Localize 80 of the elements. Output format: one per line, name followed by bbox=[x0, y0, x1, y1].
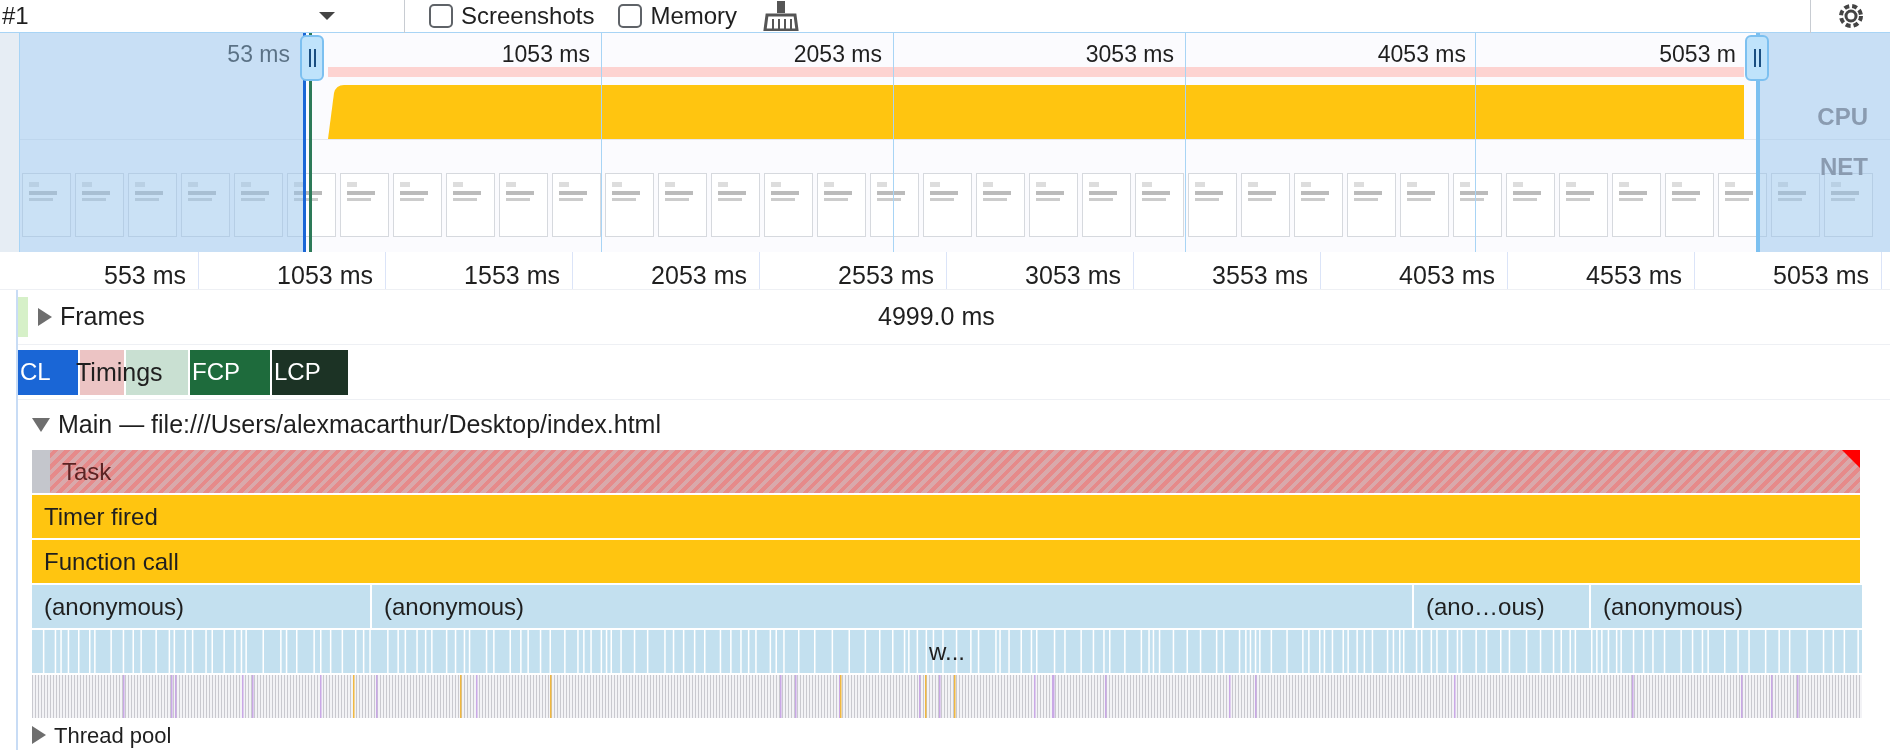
screenshot-thumbnail bbox=[128, 173, 177, 237]
long-task-marker-icon bbox=[1842, 450, 1860, 468]
screenshot-thumbnail bbox=[1082, 173, 1131, 237]
expand-arrow-icon[interactable] bbox=[32, 726, 46, 744]
screenshot-thumbnail bbox=[22, 173, 71, 237]
screenshot-thumbnail bbox=[1718, 173, 1767, 237]
track-label: Frames bbox=[60, 301, 145, 333]
screenshot-thumbnail bbox=[499, 173, 548, 237]
screenshot-thumbnail bbox=[1188, 173, 1237, 237]
screenshot-thumbnail bbox=[1135, 173, 1184, 237]
task-bar[interactable]: Task bbox=[32, 450, 1862, 493]
screenshot-thumbnail bbox=[552, 173, 601, 237]
time-tick: 5053 m bbox=[1659, 41, 1736, 67]
screenshot-thumbnail bbox=[1771, 173, 1820, 237]
time-tick: 53 ms bbox=[227, 41, 290, 67]
time-tick: 3553 ms bbox=[1212, 261, 1308, 289]
screenshot-thumbnail bbox=[1029, 173, 1078, 237]
caret-icon bbox=[318, 10, 336, 22]
checkbox[interactable] bbox=[618, 4, 643, 28]
screenshot-thumbnail bbox=[817, 173, 866, 237]
time-tick: 1553 ms bbox=[464, 261, 560, 289]
track-label: Thread pool bbox=[54, 721, 172, 750]
range-handle[interactable] bbox=[300, 35, 324, 81]
time-tick: 1053 ms bbox=[501, 41, 590, 67]
time-tick: 4053 ms bbox=[1377, 41, 1466, 67]
range-handle[interactable] bbox=[1745, 35, 1769, 81]
screenshot-thumbnail bbox=[658, 173, 707, 237]
time-tick: 2053 ms bbox=[651, 261, 747, 289]
screenshot-thumbnail bbox=[976, 173, 1025, 237]
time-tick: 2553 ms bbox=[838, 261, 934, 289]
recording-select[interactable]: #1 bbox=[0, 0, 405, 33]
screenshot-thumbnail bbox=[1453, 173, 1502, 237]
time-tick: 553 ms bbox=[104, 261, 186, 289]
broom-icon bbox=[763, 1, 800, 31]
timing-marker: LCP bbox=[272, 349, 348, 395]
screenshot-thumbnail bbox=[1294, 173, 1343, 237]
checkbox-label[interactable]: Screenshots bbox=[461, 4, 595, 28]
screenshot-thumbnail bbox=[181, 173, 230, 237]
screenshot-thumbnail bbox=[75, 173, 124, 237]
time-tick: 5053 ms bbox=[1773, 261, 1869, 289]
event-bar[interactable]: (anonymous) bbox=[372, 585, 1414, 628]
time-tick: 3053 ms bbox=[1085, 41, 1174, 67]
screenshot-thumbnail bbox=[1665, 173, 1714, 237]
frame-bar bbox=[18, 297, 28, 337]
time-tick: 2053 ms bbox=[793, 41, 882, 67]
event-bar[interactable]: Timer fired bbox=[32, 495, 1862, 538]
track-label: CPU bbox=[1817, 102, 1868, 132]
screenshot-thumbnail bbox=[340, 173, 389, 237]
track-label: Main — file:///Users/alexmacarthur/Desktop/index.html bbox=[58, 409, 661, 441]
screenshot-thumbnail bbox=[764, 173, 813, 237]
timing-marker: FCP bbox=[190, 349, 270, 395]
frame-duration: 4999.0 ms bbox=[878, 301, 995, 333]
screenshot-thumbnail bbox=[605, 173, 654, 237]
event-bar[interactable]: Function call bbox=[32, 540, 1862, 583]
screenshot-thumbnail bbox=[1400, 173, 1449, 237]
event-label: w... bbox=[929, 636, 965, 667]
track-label: NET bbox=[1820, 152, 1868, 182]
time-tick: 4553 ms bbox=[1586, 261, 1682, 289]
screenshot-thumbnail bbox=[1506, 173, 1555, 237]
screenshot-thumbnail bbox=[1347, 173, 1396, 237]
collapse-arrow-icon[interactable] bbox=[32, 418, 50, 432]
time-tick: 4053 ms bbox=[1399, 261, 1495, 289]
event-bar[interactable]: (ano…ous) bbox=[1414, 585, 1591, 628]
screenshot-thumbnail bbox=[870, 173, 919, 237]
time-tick: 3053 ms bbox=[1025, 261, 1121, 289]
screenshot-thumbnail bbox=[393, 173, 442, 237]
screenshot-thumbnail bbox=[446, 173, 495, 237]
screenshot-thumbnail bbox=[234, 173, 283, 237]
event-bar[interactable]: (anonymous) bbox=[1591, 585, 1862, 628]
screenshot-thumbnail bbox=[1241, 173, 1290, 237]
expand-arrow-icon[interactable] bbox=[38, 308, 52, 326]
screenshot-thumbnail bbox=[1559, 173, 1608, 237]
screenshot-thumbnail bbox=[923, 173, 972, 237]
event-bar[interactable]: (anonymous) bbox=[32, 585, 372, 628]
screenshot-thumbnail bbox=[1612, 173, 1661, 237]
screenshot-thumbnail bbox=[711, 173, 760, 237]
checkbox-label[interactable]: Memory bbox=[650, 4, 738, 28]
screenshot-thumbnail bbox=[1824, 173, 1873, 237]
checkbox[interactable] bbox=[429, 4, 453, 28]
time-tick: 1053 ms bbox=[277, 261, 373, 289]
